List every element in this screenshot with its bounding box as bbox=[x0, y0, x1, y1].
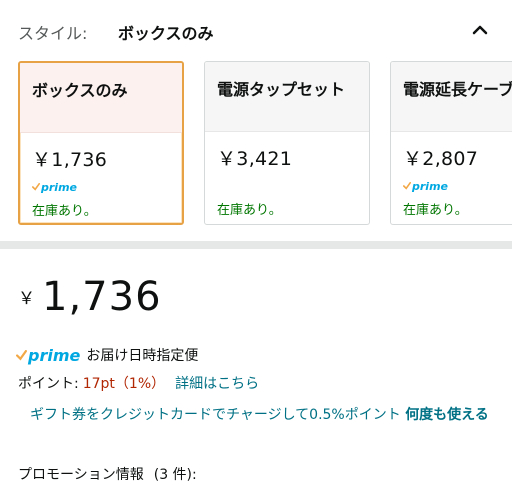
prime-logo-text: prime bbox=[28, 345, 81, 365]
prime-badge: prime bbox=[32, 180, 170, 194]
option-price: ￥3,421 bbox=[217, 148, 293, 170]
option-price: ￥1,736 bbox=[32, 149, 108, 171]
option-stock: 在庫あり。 bbox=[403, 203, 468, 218]
style-selected-value: ボックスのみ bbox=[118, 24, 214, 43]
points-row: ポイント: 17pt（1%） 詳細はこちら bbox=[18, 373, 259, 393]
prime-text: prime bbox=[41, 180, 77, 194]
option-stock: 在庫あり。 bbox=[217, 203, 282, 218]
promotion-count: (3 件): bbox=[153, 467, 197, 483]
style-label: スタイル: bbox=[18, 24, 88, 43]
style-option-box-only[interactable]: ボックスのみ ￥1,736 prime 在庫あり。 bbox=[18, 61, 184, 225]
prime-badge: prime bbox=[403, 179, 512, 193]
prime-badge-placeholder bbox=[217, 179, 357, 193]
style-option-extension-cable[interactable]: 電源延長ケーブル ￥2,807 prime 在庫あり。 bbox=[390, 61, 512, 225]
promotion-label: プロモーション情報 bbox=[18, 467, 144, 483]
promotion-info[interactable]: プロモーション情報 (3 件): bbox=[18, 464, 197, 484]
currency-symbol: ￥ bbox=[18, 289, 35, 309]
option-stock: 在庫あり。 bbox=[32, 204, 97, 219]
delivery-text: お届け日時指定便 bbox=[86, 348, 199, 364]
option-price: ￥2,807 bbox=[403, 148, 479, 170]
points-details-link[interactable]: 詳細はこちら bbox=[175, 376, 259, 392]
style-selector-header: スタイル: ボックスのみ bbox=[18, 18, 498, 46]
prime-text: prime bbox=[412, 179, 448, 193]
option-title: 電源タップセット bbox=[205, 62, 369, 132]
chevron-up-icon[interactable] bbox=[468, 18, 492, 42]
promo-bold-text: 何度も使える bbox=[405, 407, 489, 423]
style-option-power-strip-set[interactable]: 電源タップセット ￥3,421 在庫あり。 bbox=[204, 61, 370, 225]
delivery-row: prime お届け日時指定便 bbox=[16, 345, 198, 365]
promo-text: ギフト券をクレジットカードでチャージして0.5%ポイント bbox=[30, 407, 401, 423]
option-title: ボックスのみ bbox=[20, 63, 182, 133]
points-value: 17pt（1%） bbox=[82, 376, 166, 392]
gift-card-promo-link[interactable]: ギフト券をクレジットカードでチャージして0.5%ポイント 何度も使える bbox=[30, 404, 500, 426]
prime-logo: prime bbox=[16, 346, 80, 365]
price-amount: 1,736 bbox=[42, 274, 162, 320]
section-divider bbox=[0, 241, 512, 249]
points-label: ポイント: bbox=[18, 376, 79, 392]
option-title: 電源延長ケーブル bbox=[391, 62, 512, 132]
